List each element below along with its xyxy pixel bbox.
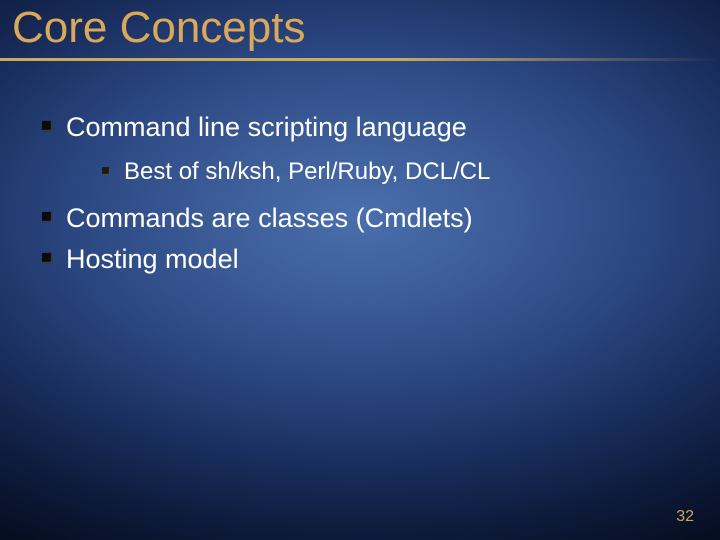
bullet-list: Command line scripting language Best of …	[42, 108, 690, 279]
bullet-text: Hosting model	[66, 244, 239, 274]
sub-bullet-text: Best of sh/ksh, Perl/Ruby, DCL/CL	[124, 158, 490, 185]
slide: Core Concepts Command line scripting lan…	[0, 0, 720, 540]
slide-title: Core Concepts	[12, 3, 305, 53]
bullet-item: Hosting model	[42, 240, 690, 279]
bullet-text: Command line scripting language	[66, 112, 467, 142]
title-underline	[0, 58, 720, 61]
slide-body: Command line scripting language Best of …	[42, 108, 690, 281]
bullet-item: Command line scripting language Best of …	[42, 108, 690, 189]
sub-bullet-list: Best of sh/ksh, Perl/Ruby, DCL/CL	[66, 155, 690, 189]
bullet-item: Commands are classes (Cmdlets)	[42, 199, 690, 238]
page-number: 32	[676, 508, 694, 526]
bullet-text: Commands are classes (Cmdlets)	[66, 203, 473, 233]
sub-bullet-item: Best of sh/ksh, Perl/Ruby, DCL/CL	[102, 155, 690, 189]
